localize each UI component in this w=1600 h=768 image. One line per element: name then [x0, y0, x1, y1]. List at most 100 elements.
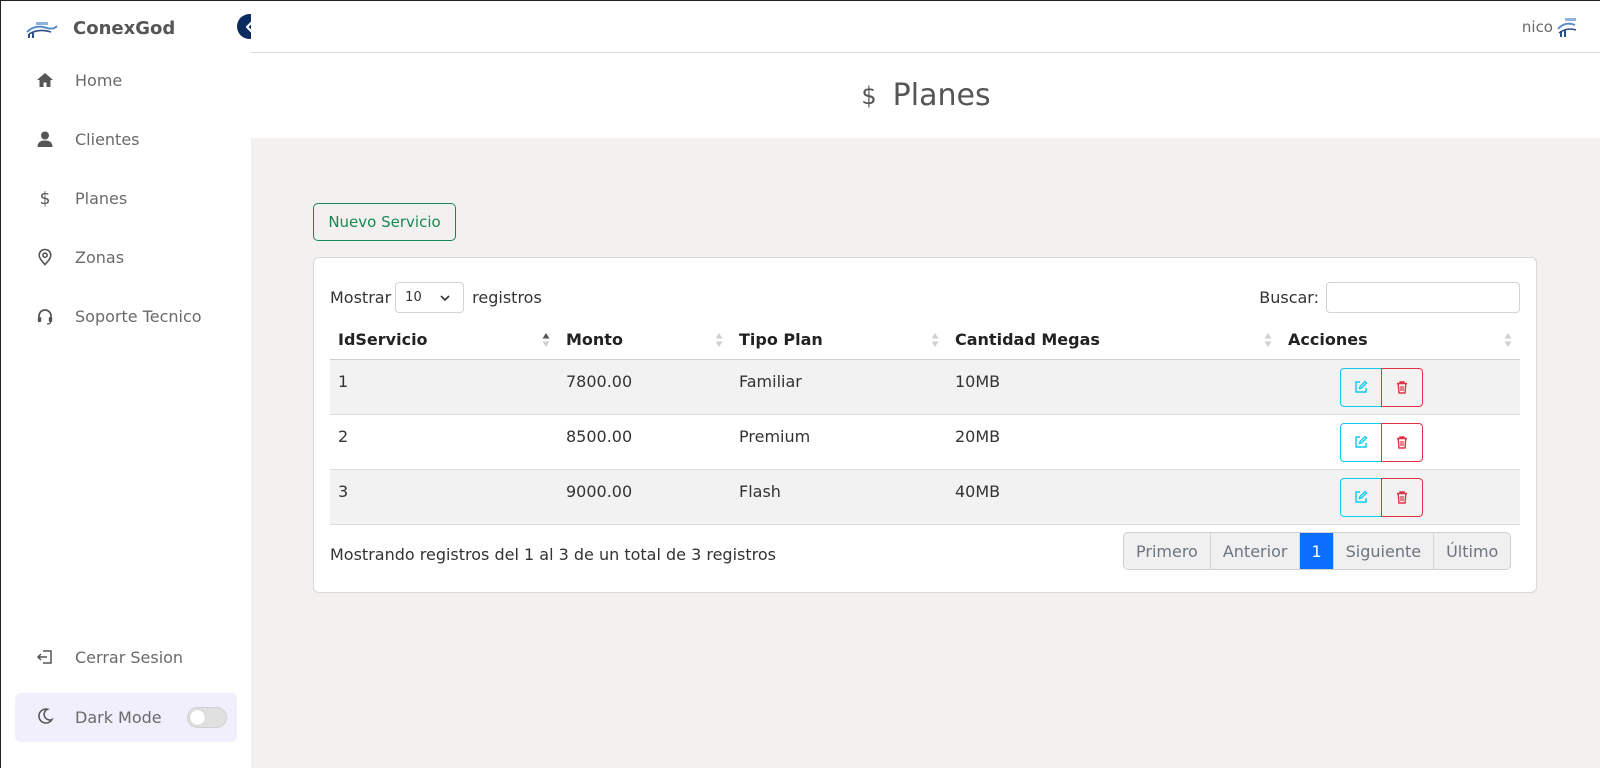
map-pin-icon [36, 248, 54, 266]
cell-megas: 10MB [947, 359, 1280, 415]
column-label: IdServicio [338, 330, 428, 350]
dollar-icon: $ [861, 81, 877, 110]
edit-icon [1355, 435, 1368, 448]
avatar-icon [1557, 18, 1577, 37]
brand-logo-icon [26, 22, 58, 38]
sidebar: ConexGod Home Clientes $ Planes Zonas So… [1, 1, 262, 768]
dark-mode-toggle[interactable] [187, 707, 227, 728]
dollar-icon: $ [36, 189, 54, 207]
edit-icon [1355, 380, 1368, 393]
row-actions [1340, 422, 1520, 462]
logout-label: Cerrar Sesion [75, 647, 184, 667]
sidebar-item-soporte[interactable]: Soporte Tecnico [1, 296, 251, 336]
cell-actions [1280, 414, 1520, 470]
sidebar-item-planes[interactable]: $ Planes [1, 178, 251, 218]
search-label: Buscar: [1259, 288, 1319, 307]
sidebar-item-label: Home [75, 70, 123, 90]
cell-tipo: Premium [731, 414, 947, 470]
page-size-select[interactable]: 10 [395, 282, 465, 313]
column-label: Acciones [1288, 330, 1368, 350]
column-label: Cantidad Megas [955, 330, 1100, 350]
main-content: Nuevo Servicio Mostrar 10 registros Busc… [251, 138, 1600, 768]
column-label: Tipo Plan [739, 330, 823, 350]
table-row: 1 7800.00 Familiar 10MB [330, 359, 1520, 415]
cell-tipo: Flash [731, 469, 947, 525]
sidebar-item-label: Soporte Tecnico [75, 306, 202, 326]
search-control: Buscar: [1259, 282, 1520, 313]
sidebar-item-label: Clientes [75, 129, 140, 149]
user-menu[interactable]: nico [1522, 15, 1579, 39]
delete-button[interactable] [1381, 367, 1423, 407]
table-row: 2 8500.00 Premium 20MB [330, 414, 1520, 470]
sort-icon [1264, 333, 1272, 347]
username: nico [1521, 18, 1553, 36]
plans-table: IdServicio Monto Tipo Plan Cantidad Mega… [330, 321, 1520, 525]
toggle-knob [190, 710, 205, 725]
page-title: Planes [892, 78, 991, 113]
cell-monto: 8500.00 [558, 414, 731, 470]
column-header-monto[interactable]: Monto [558, 321, 731, 360]
delete-button[interactable] [1381, 422, 1423, 462]
pagination-previous[interactable]: Anterior [1211, 533, 1301, 569]
edit-icon [1355, 490, 1368, 503]
brand[interactable]: ConexGod [25, 13, 175, 43]
pagination-next[interactable]: Siguiente [1334, 533, 1435, 569]
cell-actions [1280, 469, 1520, 525]
trash-icon [1397, 381, 1407, 394]
sort-asc-icon [542, 333, 550, 347]
sort-icon [931, 333, 939, 347]
search-input[interactable] [1326, 282, 1520, 313]
cell-megas: 40MB [947, 469, 1280, 525]
moon-icon [36, 707, 54, 729]
dark-mode-row: Dark Mode [15, 693, 237, 742]
sidebar-item-label: Zonas [75, 247, 125, 267]
column-header-tipo-plan[interactable]: Tipo Plan [731, 321, 947, 360]
edit-button[interactable] [1340, 477, 1382, 517]
new-service-button[interactable]: Nuevo Servicio [313, 203, 456, 241]
brand-name: ConexGod [73, 17, 176, 39]
delete-button[interactable] [1381, 477, 1423, 517]
logout-icon [36, 648, 54, 666]
logout-button[interactable]: Cerrar Sesion [1, 637, 251, 677]
records-label: registros [472, 288, 542, 307]
user-icon [36, 130, 54, 148]
pagination-first[interactable]: Primero [1124, 533, 1211, 569]
sort-icon [715, 333, 723, 347]
sort-icon [1504, 333, 1512, 347]
home-icon [36, 71, 54, 89]
row-actions [1340, 477, 1520, 517]
column-header-cantidad-megas[interactable]: Cantidad Megas [947, 321, 1280, 360]
column-header-idservicio[interactable]: IdServicio [330, 321, 558, 360]
cell-monto: 7800.00 [558, 359, 731, 415]
sidebar-item-home[interactable]: Home [1, 60, 251, 100]
cell-id: 3 [330, 469, 558, 525]
cell-id: 1 [330, 359, 558, 415]
pagination-page-current[interactable]: 1 [1300, 533, 1334, 569]
show-label: Mostrar [330, 288, 392, 307]
cell-tipo: Familiar [731, 359, 947, 415]
datatable-card: Mostrar 10 registros Buscar: IdServicio … [313, 257, 1537, 593]
pagination: Primero Anterior 1 Siguiente Último [1123, 532, 1512, 570]
cell-megas: 20MB [947, 414, 1280, 470]
page-size-value: 10 [405, 290, 422, 305]
cell-monto: 9000.00 [558, 469, 731, 525]
column-label: Monto [566, 330, 623, 350]
edit-button[interactable] [1340, 422, 1382, 462]
trash-icon [1397, 491, 1407, 504]
page-header: $ Planes [251, 53, 1600, 138]
edit-button[interactable] [1340, 367, 1382, 407]
topbar: nico [251, 1, 1600, 53]
chevron-down-icon [440, 295, 450, 302]
cell-actions [1280, 359, 1520, 415]
table-row: 3 9000.00 Flash 40MB [330, 469, 1520, 525]
svg-text:$: $ [40, 189, 51, 207]
sidebar-item-zonas[interactable]: Zonas [1, 237, 251, 277]
row-actions [1340, 367, 1520, 407]
column-header-acciones[interactable]: Acciones [1280, 321, 1520, 360]
dark-mode-label: Dark Mode [75, 708, 162, 727]
pagination-last[interactable]: Último [1434, 533, 1510, 569]
table-header-row: IdServicio Monto Tipo Plan Cantidad Mega… [330, 321, 1520, 360]
sidebar-item-label: Planes [75, 188, 128, 208]
sidebar-item-clientes[interactable]: Clientes [1, 119, 251, 159]
trash-icon [1397, 436, 1407, 449]
